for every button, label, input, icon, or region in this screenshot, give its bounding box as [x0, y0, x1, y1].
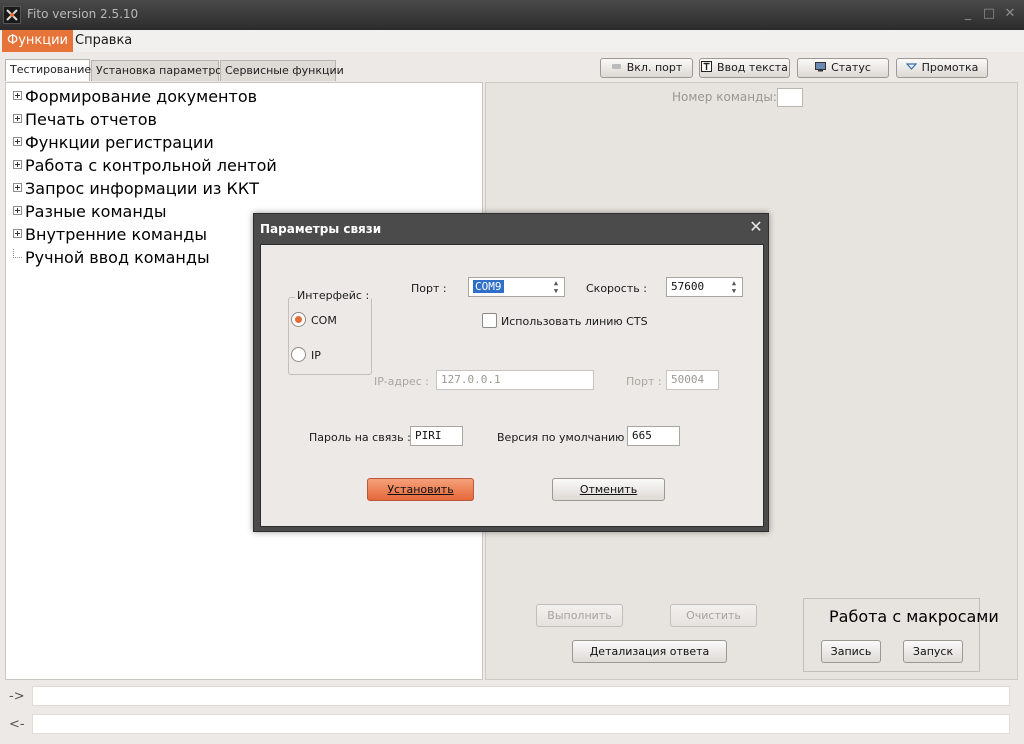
port-value: COM9	[473, 280, 504, 293]
app-logo-icon	[3, 6, 21, 24]
maximize-icon[interactable]: □	[981, 6, 997, 22]
output-arrow-icon: ->	[9, 689, 25, 704]
expand-icon[interactable]	[13, 229, 22, 238]
tab-testing[interactable]: Тестирование	[5, 59, 91, 81]
tree-line-icon	[13, 249, 22, 258]
input-field[interactable]	[32, 714, 1010, 734]
speed-value: 57600	[671, 280, 705, 293]
ip-radio[interactable]	[291, 347, 306, 362]
title-bar: Fito version 2.5.10 _ □ ✕	[0, 0, 1024, 30]
spin-arrows-icon[interactable]: ▲ ▼	[549, 279, 563, 295]
tab-parameters[interactable]: Установка параметров	[91, 60, 229, 81]
port-icon	[611, 60, 622, 71]
tree-item[interactable]: Запрос информации из ККТ	[13, 178, 259, 200]
com-radio[interactable]	[291, 312, 306, 327]
window-title: Fito version 2.5.10	[27, 7, 139, 21]
expand-icon[interactable]	[13, 160, 22, 169]
use-cts-label: Использовать линию CTS	[501, 315, 648, 328]
feed-button[interactable]: Промотка	[896, 58, 988, 78]
ip-address-label: IP-адрес :	[374, 375, 429, 388]
execute-button[interactable]: Выполнить	[536, 604, 623, 627]
monitor-icon	[815, 60, 827, 72]
clear-button[interactable]: Очистить	[670, 604, 757, 627]
command-number-label: Номер команды:	[672, 90, 777, 104]
ip-port-input[interactable]: 50004	[666, 370, 719, 390]
apply-button[interactable]: Установить	[367, 478, 474, 501]
text-input-button[interactable]: Ввод текста	[699, 58, 790, 78]
dialog-close-icon[interactable]: ✕	[748, 219, 764, 235]
expand-icon[interactable]	[13, 137, 22, 146]
tree-item[interactable]: Работа с контрольной лентой	[13, 155, 277, 177]
tree-item[interactable]: Функции регистрации	[13, 132, 214, 154]
minimize-icon[interactable]: _	[960, 6, 976, 22]
password-input[interactable]: PIRI	[410, 426, 463, 446]
dialog-title: Параметры связи	[260, 222, 382, 236]
port-select[interactable]: COM9 ▲ ▼	[468, 277, 565, 297]
run-button[interactable]: Запуск	[903, 640, 963, 663]
expand-icon[interactable]	[13, 91, 22, 100]
feed-label: Промотка	[921, 61, 979, 74]
input-arrow-icon: <-	[9, 717, 25, 732]
cancel-button[interactable]: Отменить	[552, 478, 665, 501]
com-label: COM	[311, 314, 337, 327]
expand-icon[interactable]	[13, 183, 22, 192]
interface-group	[288, 297, 372, 375]
menu-bar: Функции Справка	[0, 30, 1024, 52]
password-label: Пароль на связь :	[309, 431, 411, 444]
dialog-body: Интерфейс : COM IP Порт : COM9 ▲ ▼ Скорос…	[260, 244, 764, 527]
ip-port-label: Порт :	[626, 375, 662, 388]
version-label: Версия по умолчанию :	[497, 431, 632, 444]
connection-settings-dialog: Параметры связи ✕ Интерфейс : COM IP Пор…	[253, 213, 769, 532]
expand-icon[interactable]	[13, 206, 22, 215]
port-label: Порт :	[411, 282, 447, 295]
tree-item[interactable]: Формирование документов	[13, 86, 257, 108]
output-field[interactable]	[32, 686, 1010, 706]
response-details-button[interactable]: Детализация ответа	[572, 640, 727, 663]
menu-functions[interactable]: Функции	[2, 30, 73, 52]
text-icon	[701, 60, 713, 72]
tree-item[interactable]: Разные команды	[13, 201, 166, 223]
spin-arrows-icon[interactable]: ▲ ▼	[727, 279, 741, 295]
speed-label: Скорость :	[586, 282, 647, 295]
status-button[interactable]: Статус	[797, 58, 889, 78]
version-input[interactable]: 665	[627, 426, 680, 446]
text-input-label: Ввод текста	[717, 61, 788, 74]
ip-address-input[interactable]: 127.0.0.1	[436, 370, 594, 390]
close-icon[interactable]: ✕	[1002, 6, 1018, 22]
use-cts-checkbox[interactable]	[482, 313, 497, 328]
tree-item[interactable]: Печать отчетов	[13, 109, 157, 131]
interface-label: Интерфейс :	[295, 289, 372, 302]
port-on-button[interactable]: Вкл. порт	[600, 58, 693, 78]
expand-icon[interactable]	[13, 114, 22, 123]
ip-label: IP	[311, 349, 321, 362]
chevron-down-icon	[905, 60, 917, 71]
port-on-label: Вкл. порт	[626, 61, 683, 74]
record-button[interactable]: Запись	[821, 640, 881, 663]
tree-item[interactable]: Ручной ввод команды	[13, 247, 210, 269]
menu-help[interactable]: Справка	[70, 30, 137, 52]
speed-select[interactable]: 57600 ▲ ▼	[666, 277, 743, 297]
tab-service-functions[interactable]: Сервисные функции	[220, 60, 344, 81]
macros-title: Работа с макросами	[829, 607, 999, 626]
command-number-input[interactable]	[777, 88, 803, 107]
status-label: Статус	[831, 61, 871, 74]
tree-item[interactable]: Внутренние команды	[13, 224, 207, 246]
